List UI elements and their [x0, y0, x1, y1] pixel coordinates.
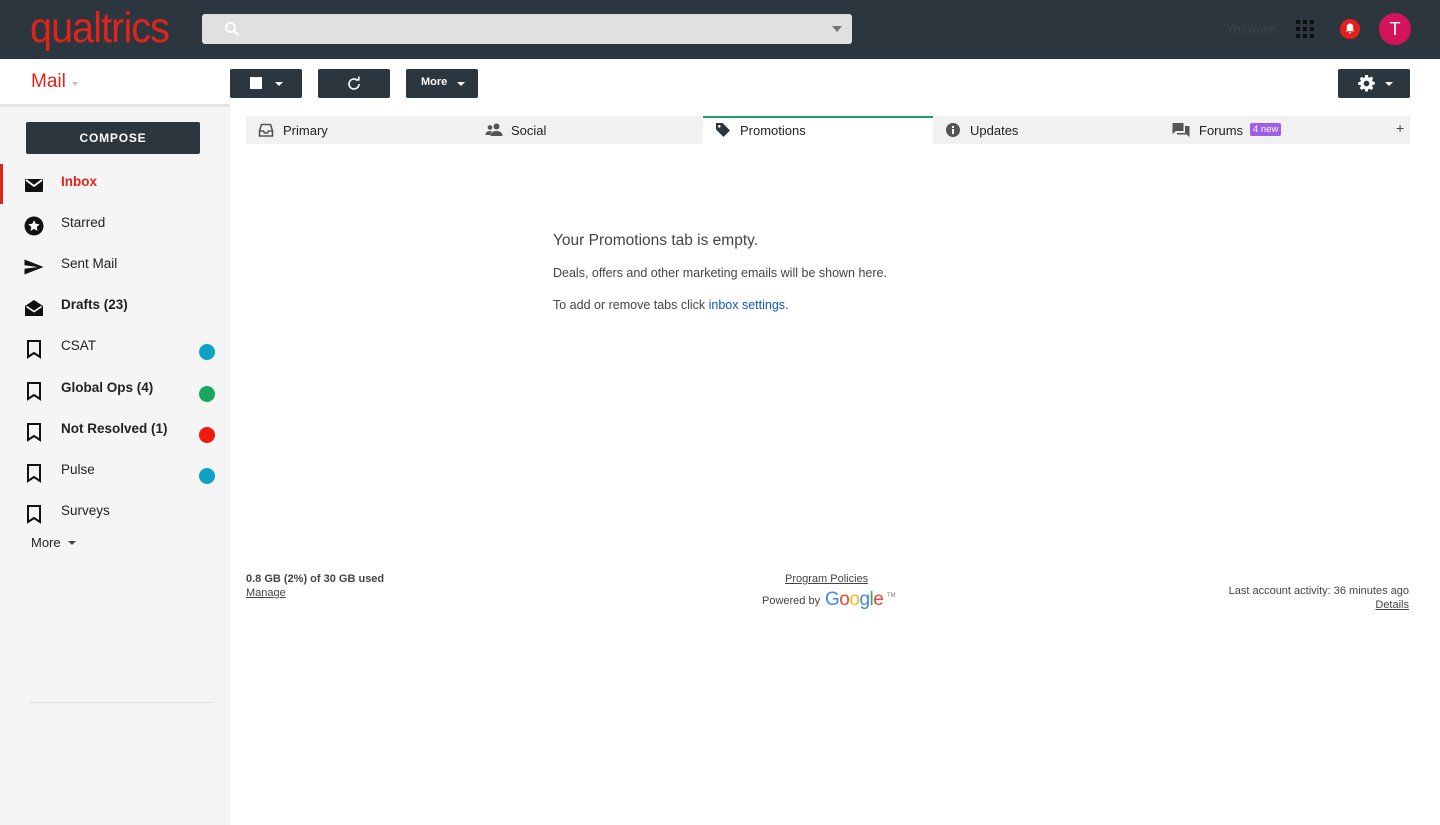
tab-social[interactable]: Social — [475, 116, 703, 144]
sidebar-item-not-resolved[interactable]: Not Resolved (1) — [0, 411, 230, 451]
notifications-bell-icon[interactable] — [1340, 19, 1360, 39]
divider — [30, 702, 214, 703]
gear-icon — [1358, 74, 1375, 92]
search-options-chevron-icon[interactable] — [832, 26, 842, 32]
chevron-down-icon — [1385, 82, 1393, 86]
powered-by-label: Powered by — [762, 595, 821, 607]
info-icon — [946, 123, 960, 137]
manage-storage-link[interactable]: Manage — [246, 587, 286, 599]
mail-title[interactable]: Mail — [31, 71, 66, 93]
tab-label: Updates — [970, 123, 1019, 138]
hint-prefix: To add or remove tabs click — [553, 298, 709, 312]
tab-updates[interactable]: Updates — [933, 116, 1162, 144]
label-color-dot — [199, 386, 215, 402]
sidebar-item-pulse[interactable]: Pulse — [0, 452, 230, 492]
label-color-dot — [199, 344, 215, 360]
sidebar-item-label: Drafts (23) — [61, 297, 128, 312]
activity-details-link[interactable]: Details — [1375, 599, 1409, 611]
account-name[interactable]: Yesware — [1226, 21, 1275, 36]
more-actions-label: More — [421, 76, 448, 88]
drafts-icon — [25, 300, 43, 316]
empty-state-title: Your Promotions tab is empty. — [553, 232, 759, 249]
select-all-button[interactable] — [230, 69, 302, 98]
last-account-activity: Last account activity: 36 minutes ago — [1228, 585, 1409, 597]
more-actions-button[interactable]: More — [406, 69, 478, 98]
sidebar-item-starred[interactable]: Starred — [0, 205, 230, 245]
tab-label: Forums — [1199, 123, 1244, 138]
tab-label: Primary — [283, 123, 328, 138]
qualtrics-logo[interactable]: qualtrics — [30, 4, 170, 52]
tab-primary[interactable]: Primary — [246, 116, 475, 144]
sidebar-item-inbox[interactable]: Inbox — [0, 164, 230, 204]
sidebar-item-drafts[interactable]: Drafts (23) — [0, 287, 230, 327]
sidebar-item-label: CSAT — [61, 338, 97, 353]
label-color-dot — [199, 468, 215, 484]
tab-label: Promotions — [740, 123, 806, 138]
people-icon — [485, 123, 503, 136]
settings-button[interactable] — [1338, 69, 1410, 98]
compose-button[interactable]: COMPOSE — [26, 122, 200, 154]
program-policies-link[interactable]: Program Policies — [785, 573, 868, 585]
refresh-icon — [348, 76, 360, 90]
inbox-settings-link[interactable]: inbox settings — [709, 298, 785, 312]
category-tabs: Primary Social Promotions Updates Forums — [246, 116, 1410, 144]
sidebar-item-sent-mail[interactable]: Sent Mail — [0, 246, 230, 286]
label-icon — [27, 464, 41, 483]
sidebar: Mail COMPOSE Inbox Starred Sent Mail Dra… — [0, 59, 230, 825]
sidebar-item-csat[interactable]: CSAT — [0, 328, 230, 368]
send-icon — [24, 259, 44, 275]
label-icon — [27, 382, 41, 401]
google-logo: Google — [825, 589, 884, 610]
hint-suffix: . — [785, 298, 789, 312]
label-icon — [27, 505, 41, 524]
chevron-down-icon[interactable] — [275, 82, 283, 86]
inbox-tray-icon — [258, 123, 274, 137]
chevron-down-icon — [457, 82, 465, 86]
sidebar-item-label: Starred — [61, 215, 106, 230]
avatar[interactable]: T — [1379, 13, 1411, 45]
empty-state-hint: To add or remove tabs click inbox settin… — [553, 298, 789, 312]
sidebar-item-label: Sent Mail — [61, 256, 118, 271]
sidebar-item-label: Surveys — [61, 503, 110, 518]
add-tab-button[interactable]: + — [1396, 120, 1404, 136]
sidebar-item-label: Global Ops (4) — [61, 380, 154, 395]
empty-state-description: Deals, offers and other marketing emails… — [553, 266, 887, 280]
sidebar-more-link[interactable]: More — [31, 535, 61, 550]
sidebar-item-surveys[interactable]: Surveys — [0, 493, 230, 533]
forum-icon — [1172, 123, 1190, 137]
sidebar-item-global-ops[interactable]: Global Ops (4) — [0, 370, 230, 410]
sidebar-item-label: Pulse — [61, 462, 95, 477]
checkbox-icon[interactable] — [250, 77, 262, 89]
tab-promotions[interactable]: Promotions — [703, 116, 933, 144]
mail-switcher[interactable]: Mail — [0, 59, 230, 107]
star-icon — [24, 216, 44, 236]
tab-label: Social — [511, 123, 547, 138]
top-bar: qualtrics Yesware T — [0, 0, 1440, 59]
apps-grid-icon[interactable] — [1296, 20, 1314, 38]
chevron-down-icon[interactable] — [68, 541, 76, 545]
label-icon — [27, 423, 41, 442]
forums-new-badge: 4 new — [1250, 123, 1282, 136]
label-color-dot — [199, 427, 215, 443]
tab-forums[interactable]: Forums — [1162, 116, 1410, 144]
tag-icon — [716, 123, 730, 137]
search-input[interactable] — [202, 14, 852, 44]
search-icon — [225, 22, 240, 37]
refresh-button[interactable] — [318, 69, 390, 98]
sidebar-item-label: Not Resolved (1) — [61, 421, 168, 436]
label-icon — [27, 340, 41, 359]
chevron-down-icon[interactable] — [72, 82, 78, 86]
storage-usage: 0.8 GB (2%) of 30 GB used — [246, 573, 385, 585]
sidebar-item-label: Inbox — [61, 174, 97, 189]
inbox-icon — [25, 179, 43, 192]
trademark-mark: TM — [887, 593, 896, 599]
